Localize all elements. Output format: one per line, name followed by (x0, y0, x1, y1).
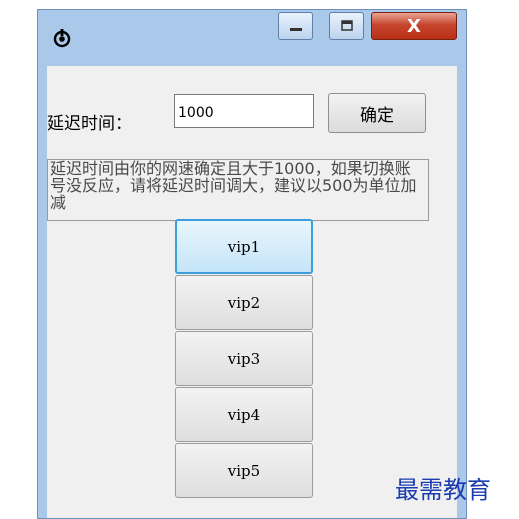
app-power-icon (52, 28, 72, 48)
maximize-button[interactable] (329, 12, 364, 40)
vip1-button[interactable]: vip1 (175, 219, 313, 274)
app-window: X 延迟时间： 确定 延迟时间由你的网速确定且大于1000，如果切换账号没反应，… (37, 9, 467, 519)
confirm-button[interactable]: 确定 (328, 93, 426, 133)
delay-time-input[interactable] (174, 94, 314, 128)
close-button[interactable]: X (371, 12, 457, 40)
minimize-button[interactable] (278, 12, 313, 40)
title-bar[interactable]: X (38, 10, 466, 66)
maximize-icon (340, 17, 354, 36)
delay-hint-text: 延迟时间由你的网速确定且大于1000，如果切换账号没反应，请将延迟时间调大，建议… (47, 159, 429, 221)
close-icon: X (407, 15, 421, 37)
watermark-text: 最需教育 (395, 476, 491, 504)
vip2-button[interactable]: vip2 (175, 275, 313, 330)
vip4-button[interactable]: vip4 (175, 387, 313, 442)
vip5-button[interactable]: vip5 (175, 443, 313, 498)
delay-time-label: 延迟时间： (47, 114, 132, 134)
minimize-icon (288, 17, 304, 36)
client-area: 延迟时间： 确定 延迟时间由你的网速确定且大于1000，如果切换账号没反应，请将… (47, 66, 457, 518)
vip3-button[interactable]: vip3 (175, 331, 313, 386)
